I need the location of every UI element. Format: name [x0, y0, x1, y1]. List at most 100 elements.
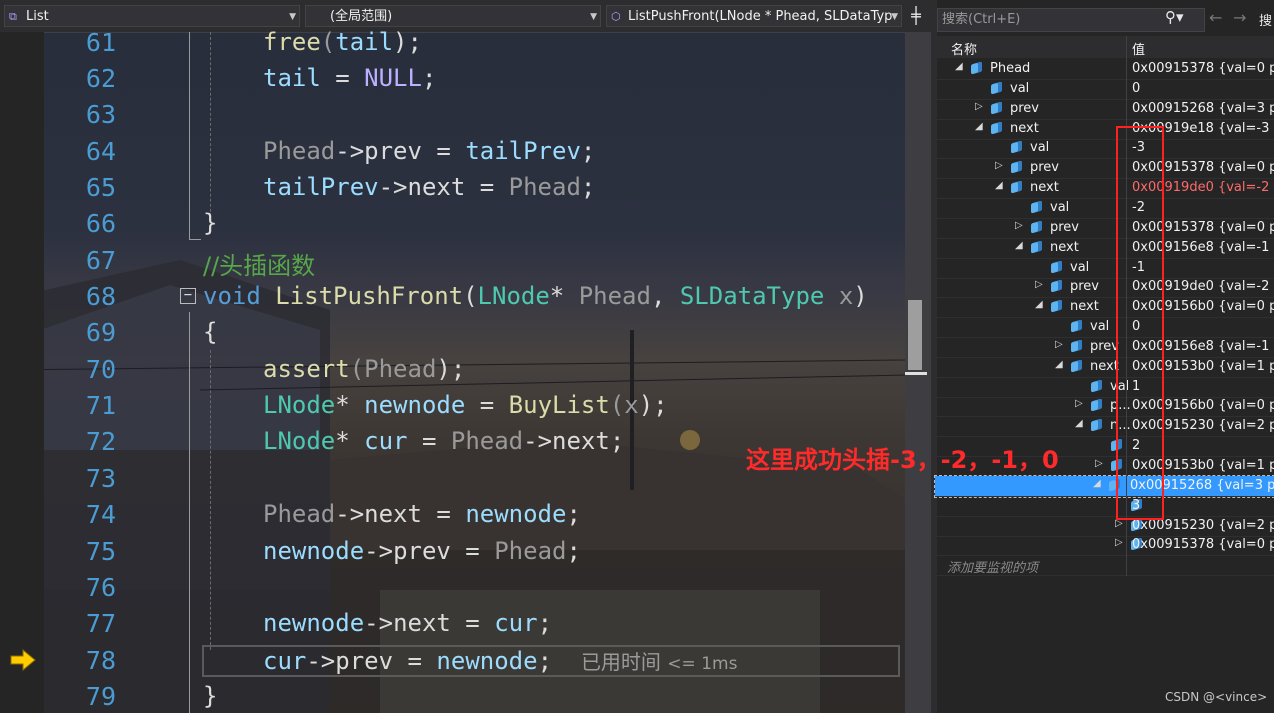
add-watch-placeholder[interactable]: 添加要监视的项 — [947, 557, 1038, 576]
collapse-arrow-icon[interactable]: ◢ — [1075, 418, 1085, 429]
watch-row[interactable]: ▷ prev 0x00915378 {val=0 pre — [937, 218, 1274, 239]
watch-row[interactable]: ◢ next 0x00919de0 {val=-2 pr — [937, 178, 1274, 200]
watch-row-value[interactable]: 3 — [1132, 498, 1140, 513]
indicator-margin[interactable] — [0, 32, 44, 713]
watch-row-value[interactable]: 0 — [1132, 81, 1140, 96]
expand-arrow-icon[interactable]: ▷ — [975, 101, 985, 112]
expand-arrow-icon[interactable]: ▷ — [1095, 458, 1105, 469]
watch-row-value[interactable]: 0x009153b0 {val=1 pre — [1132, 359, 1274, 374]
expand-arrow-icon[interactable]: ▷ — [995, 160, 1005, 171]
watch-row[interactable]: val -1 — [937, 258, 1274, 279]
scope-dropdown[interactable]: (全局范围) ▼ — [305, 5, 601, 27]
watch-row-value[interactable]: 0x00919e18 {val=-3 pre — [1132, 121, 1274, 136]
expand-arrow-icon[interactable]: ▷ — [1115, 518, 1125, 529]
watch-row-name: n... — [1091, 418, 1131, 433]
watch-row[interactable]: val -2 — [937, 198, 1274, 219]
watch-row[interactable]: ▷ prev 0x009156e8 {val=-1 pre — [937, 337, 1274, 358]
collapse-toggle[interactable]: − — [180, 288, 196, 304]
watch-row-value[interactable]: 0x00915230 {val=2 pre — [1132, 418, 1274, 433]
watch-row-name — [1111, 458, 1130, 473]
watch-row-value[interactable]: 0x00915378 {val=0 pre — [1132, 537, 1274, 552]
watch-row-value[interactable]: 0x00919de0 {val=-2 pr — [1132, 180, 1274, 195]
annotation-text: 这里成功头插-3，-2，-1，0 — [746, 446, 1059, 474]
watch-row-value[interactable]: 0x009153b0 {val=1 pre — [1132, 458, 1274, 473]
collapse-arrow-icon[interactable]: ◢ — [1035, 299, 1045, 310]
forward-arrow-icon[interactable]: → — [1233, 8, 1246, 27]
watch-row-value[interactable]: 0 — [1132, 319, 1140, 334]
watch-row[interactable]: val 0 — [937, 79, 1274, 100]
collapse-arrow-icon[interactable]: ◢ — [995, 180, 1005, 191]
watch-row-value[interactable]: 0x009156e8 {val=-1 pre — [1132, 240, 1274, 255]
watch-row-value[interactable]: -1 — [1132, 260, 1145, 275]
code-editor[interactable]: ⧉ List ▼ (全局范围) ▼ ⬡ ListPushFront(LNode * … — [0, 0, 931, 713]
column-divider[interactable] — [1126, 36, 1127, 576]
code-line: newnode->prev = Phead; — [263, 537, 581, 565]
watch-row[interactable]: val 0 — [937, 317, 1274, 339]
watch-row-value[interactable]: 0x009156b0 {val=0 pre — [1132, 299, 1274, 314]
field-icon — [1091, 418, 1102, 432]
code-line: newnode->next = cur; — [263, 609, 553, 637]
collapse-arrow-icon[interactable]: ◢ — [955, 61, 965, 72]
field-icon — [1109, 478, 1120, 492]
watch-row-value[interactable]: 0x00915378 {val=0 pre — [1132, 61, 1274, 76]
search-depth-label[interactable]: 搜 — [1259, 10, 1272, 29]
add-watch-row[interactable]: 添加要监视的项 — [937, 555, 1274, 577]
watch-row-value[interactable]: 1 — [1132, 379, 1140, 394]
watch-row[interactable]: ◢ next 0x009156b0 {val=0 pre — [937, 297, 1274, 319]
watch-row-value[interactable]: 0x009156b0 {val=0 pre — [1132, 398, 1274, 413]
watch-row[interactable]: val 1 — [937, 377, 1274, 398]
watch-window: 搜索(Ctrl+E) ⚲▾ ← → 搜 名称 值 ◢ Phead 0x0091537… — [934, 0, 1274, 713]
name-column-header[interactable]: 名称 — [951, 39, 977, 58]
watch-row[interactable]: ▷ p...0x009156b0 {val=0 pre — [937, 396, 1274, 418]
collapse-arrow-icon[interactable]: ◢ — [1055, 359, 1065, 370]
collapse-arrow-icon[interactable]: ◢ — [975, 121, 985, 132]
watch-row-name-text: next — [1070, 299, 1099, 315]
watch-row-value[interactable]: 0x00915268 {val=3 pre — [1132, 101, 1274, 116]
line-number: 74 — [85, 500, 116, 529]
watch-row[interactable]: ◢ n...0x00915230 {val=2 pre — [937, 416, 1274, 438]
perf-tip[interactable]: 已用时间 <= 1ms — [581, 650, 737, 674]
watch-row[interactable]: ▷ prev 0x00919de0 {val=-2 pre — [937, 277, 1274, 299]
project-dropdown[interactable]: ⧉ List ▼ — [4, 5, 300, 27]
watch-row-value[interactable]: 0x009156e8 {val=-1 pre — [1132, 339, 1274, 354]
collapse-arrow-icon[interactable]: ◢ — [1015, 240, 1025, 251]
watch-row-value[interactable]: 0x00915378 {val=0 pre — [1132, 220, 1274, 235]
watch-row[interactable]: ◢ next 0x009153b0 {val=1 pre — [937, 357, 1274, 378]
watch-row-value[interactable]: 0x00915268 {val=3 pre — [1130, 478, 1274, 493]
watch-row[interactable]: ◢ Phead 0x00915378 {val=0 pre — [937, 59, 1274, 80]
back-arrow-icon[interactable]: ← — [1209, 8, 1222, 27]
collapse-arrow-icon[interactable]: ◢ — [1093, 478, 1103, 489]
watch-row[interactable]: ◢ next 0x00919e18 {val=-3 pre — [937, 119, 1274, 140]
expand-arrow-icon[interactable]: ▷ — [1075, 398, 1085, 409]
watch-row-value[interactable]: 0x00919de0 {val=-2 pre — [1132, 279, 1274, 294]
current-code-line: cur->prev = newnode; 已用时间 <= 1ms — [263, 647, 738, 675]
watch-row[interactable]: val -3 — [937, 138, 1274, 160]
watch-row[interactable]: ▷ prev 0x00915268 {val=3 pre — [937, 99, 1274, 120]
search-icon[interactable]: ⚲▾ — [1165, 8, 1184, 26]
watch-row-value[interactable]: 2 — [1132, 438, 1140, 453]
value-column-header[interactable]: 值 — [1132, 39, 1145, 58]
watch-row-value[interactable]: 0x00915230 {val=2 pre — [1132, 518, 1274, 533]
expand-arrow-icon[interactable]: ▷ — [1115, 537, 1125, 548]
function-dropdown[interactable]: ⬡ ListPushFront(LNode * Phead, SLDataTyp … — [606, 5, 902, 27]
watch-row[interactable]: ◢ next 0x009156e8 {val=-1 pre — [937, 238, 1274, 259]
scrollbar-thumb[interactable] — [908, 300, 922, 370]
watch-row-name-text: val — [1010, 80, 1030, 96]
watch-row-name-text: val — [1070, 259, 1090, 275]
watch-row[interactable]: ◢ 0x00915268 {val=3 pre — [934, 474, 1274, 498]
code-line: Phead->prev = tailPrev; — [263, 137, 596, 165]
indent-guide — [210, 350, 211, 650]
watch-row-name-text: next — [1010, 120, 1039, 136]
watch-row-name-text: val — [1090, 319, 1110, 335]
watch-row[interactable]: ▷ 0x00915378 {val=0 pre — [937, 535, 1274, 557]
watch-row[interactable]: ▷ 0x00915230 {val=2 pre — [937, 516, 1274, 537]
watch-row[interactable]: 3 — [937, 496, 1274, 517]
expand-arrow-icon[interactable]: ▷ — [1055, 339, 1065, 350]
watch-row[interactable]: ▷ prev 0x00915378 {val=0 pre — [937, 158, 1274, 180]
expand-arrow-icon[interactable]: ▷ — [1035, 279, 1045, 290]
watch-row-value[interactable]: -3 — [1132, 140, 1145, 155]
split-window-button[interactable]: ╪ — [906, 6, 926, 26]
watch-row-value[interactable]: -2 — [1132, 200, 1145, 215]
watch-row-value[interactable]: 0x00915378 {val=0 pre — [1132, 160, 1274, 175]
expand-arrow-icon[interactable]: ▷ — [1015, 220, 1025, 231]
